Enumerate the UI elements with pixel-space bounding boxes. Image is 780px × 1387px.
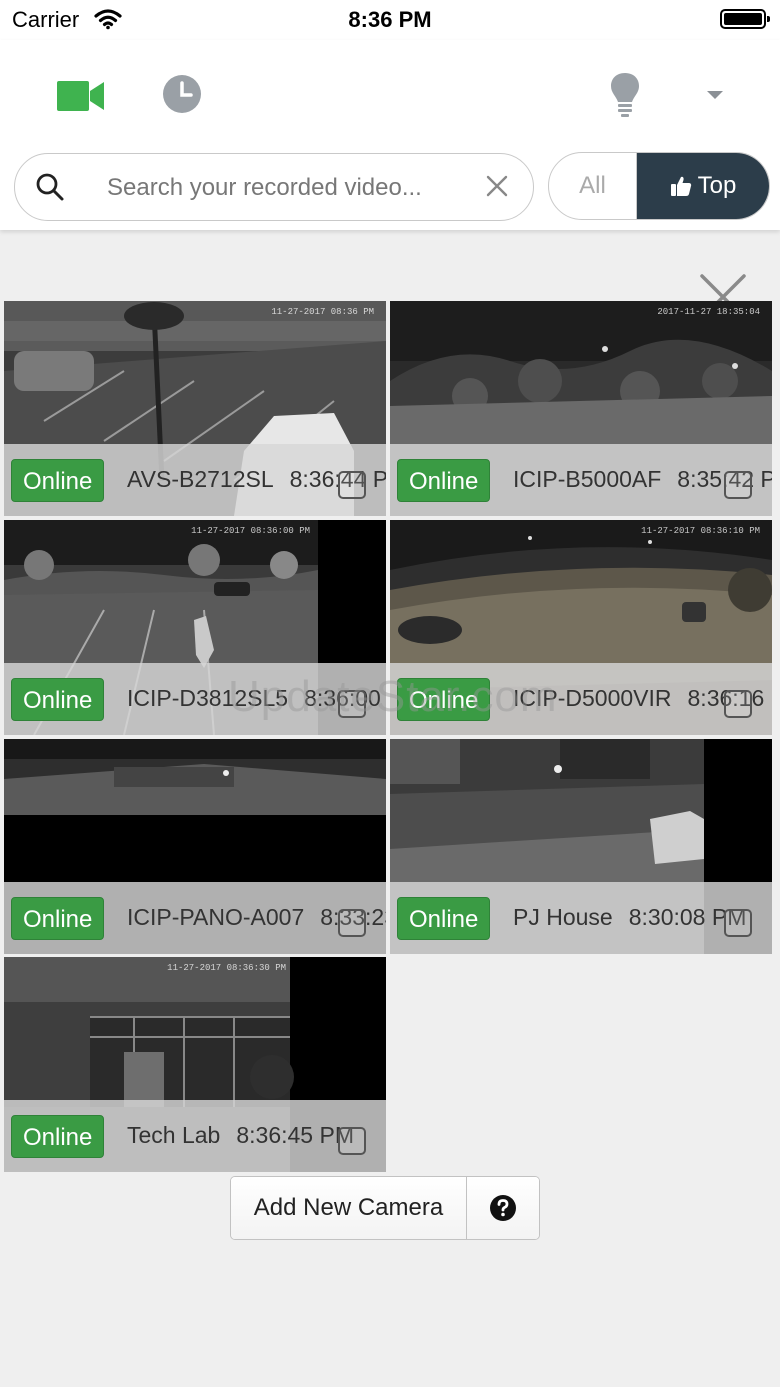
add-camera-group: Add New Camera <box>230 1176 540 1240</box>
app-header: All Top <box>0 40 780 230</box>
camera-info-bar: Online ICIP-PANO-A0078:33:23 PM <box>4 882 386 954</box>
camera-overlay-timestamp: 11-27-2017 08:36:30 PM <box>167 963 286 973</box>
clock-icon <box>163 75 201 113</box>
filter-toggle: All Top <box>548 152 770 220</box>
camera-time: 8:36:45 PM <box>236 1122 354 1148</box>
thumbs-up-icon <box>670 176 691 196</box>
select-checkbox[interactable] <box>338 471 366 499</box>
camera-label: PJ House 8:30:08 PM <box>513 904 746 931</box>
camera-info-bar: Online ICIP-D5000VIR8:36:16 PM <box>390 663 772 735</box>
search-input[interactable] <box>107 166 443 210</box>
caret-down-icon <box>707 91 723 99</box>
camera-tile[interactable]: 11-27-2017 08:36 PM Online AVS-B2712SL 8:… <box>4 301 386 516</box>
select-checkbox[interactable] <box>338 1127 366 1155</box>
camera-name: PJ House <box>513 904 613 930</box>
question-circle-icon <box>490 1195 516 1221</box>
camera-info-bar: Online Tech Lab 8:36:45 PM <box>4 1100 386 1172</box>
status-badge: Online <box>11 1115 105 1158</box>
status-badge: Online <box>11 678 105 721</box>
camera-name: ICIP-B5000AF <box>513 466 662 492</box>
history-tab[interactable] <box>160 72 204 116</box>
search-icon <box>36 173 64 201</box>
lightbulb-icon <box>611 73 639 117</box>
camera-tile[interactable]: 11-27-2017 08:36:00 PM Online ICIP-D3812… <box>4 520 386 735</box>
camera-name: Tech Lab <box>127 1122 221 1148</box>
camera-overlay-timestamp: 11-27-2017 08:36 PM <box>271 307 374 317</box>
select-checkbox[interactable] <box>724 471 752 499</box>
help-button[interactable] <box>467 1177 539 1239</box>
status-badge: Online <box>397 897 491 940</box>
camera-label: Tech Lab 8:36:45 PM <box>127 1122 354 1149</box>
camera-info-bar: Online ICIP-D3812SL58:36:00 PM <box>4 663 386 735</box>
camera-tile[interactable]: Online PJ House 8:30:08 PM <box>390 739 772 954</box>
camera-overlay-timestamp: 11-27-2017 08:36:10 PM <box>641 526 760 536</box>
live-video-tab[interactable] <box>56 76 106 116</box>
camera-name: ICIP-PANO-A007 <box>127 904 305 930</box>
status-badge: Online <box>397 678 491 721</box>
filter-all-button[interactable]: All <box>549 153 637 219</box>
camera-info-bar: Online PJ House 8:30:08 PM <box>390 882 772 954</box>
select-checkbox[interactable] <box>724 690 752 718</box>
status-badge: Online <box>11 459 105 502</box>
battery-icon <box>720 9 770 29</box>
camera-overlay-timestamp: 11-27-2017 08:36:00 PM <box>191 526 310 536</box>
select-checkbox[interactable] <box>338 909 366 937</box>
add-new-camera-button[interactable]: Add New Camera <box>231 1177 467 1239</box>
camera-tile[interactable]: 11-27-2017 08:36:30 PM Online Tech Lab 8:… <box>4 957 386 1172</box>
clear-search-icon[interactable] <box>483 172 511 200</box>
select-checkbox[interactable] <box>338 690 366 718</box>
status-badge: Online <box>397 459 491 502</box>
filter-top-label: Top <box>697 172 737 199</box>
filter-top-button[interactable]: Top <box>637 153 769 219</box>
account-dropdown[interactable] <box>698 84 732 106</box>
select-checkbox[interactable] <box>724 909 752 937</box>
status-badge: Online <box>11 897 105 940</box>
status-bar: Carrier 8:36 PM <box>0 0 780 40</box>
camera-tile[interactable]: 11-27-2017 08:36:10 PM Online ICIP-D5000… <box>390 520 772 735</box>
video-camera-icon <box>57 81 104 111</box>
camera-tile[interactable]: Online ICIP-PANO-A0078:33:23 PM <box>4 739 386 954</box>
camera-info-bar: Online ICIP-B5000AF8:35:42 PM <box>390 444 772 516</box>
status-time: 8:36 PM <box>348 7 432 32</box>
camera-name: AVS-B2712SL <box>127 466 274 492</box>
camera-name: ICIP-D3812SL5 <box>127 685 289 711</box>
camera-tile[interactable]: 2017-11-27 18:35:04 Online ICIP-B5000AF 8… <box>390 301 772 516</box>
tips-button[interactable] <box>606 70 644 120</box>
search-bar <box>14 153 534 221</box>
camera-name: ICIP-D5000VIR <box>513 685 672 711</box>
camera-info-bar: Online AVS-B2712SL8:36:44 PM <box>4 444 386 516</box>
camera-overlay-timestamp: 2017-11-27 18:35:04 <box>657 307 760 317</box>
